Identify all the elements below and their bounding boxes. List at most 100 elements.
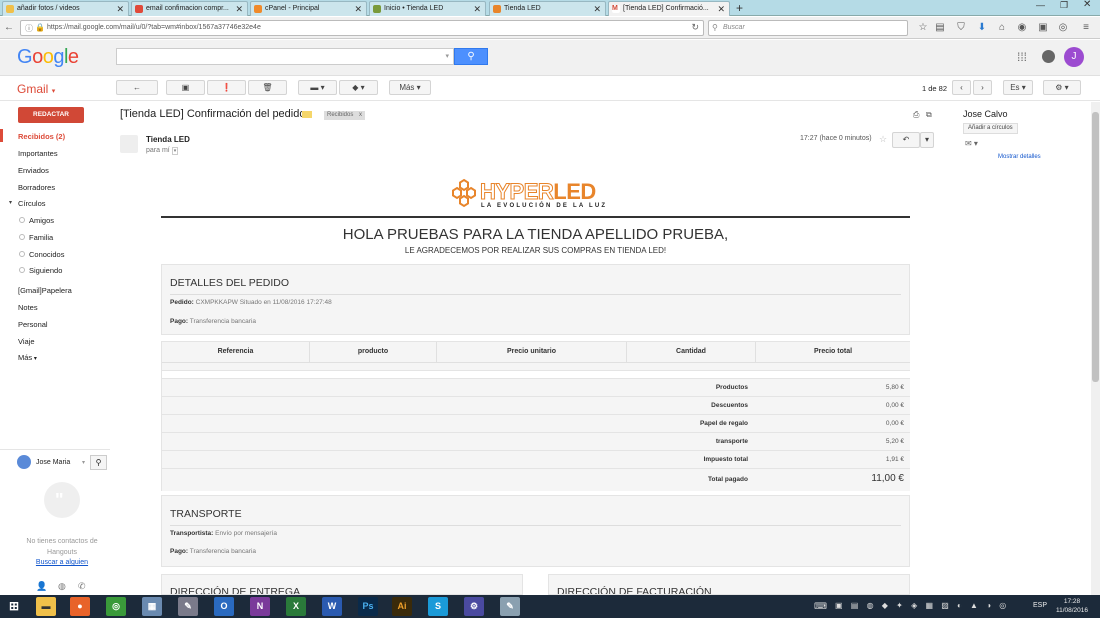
star-icon[interactable]: ☆: [879, 134, 887, 145]
word-icon[interactable]: W: [322, 597, 342, 616]
sidebar-item-conocidos[interactable]: Conocidos: [19, 250, 64, 259]
labels-button[interactable]: ◆ ▾: [339, 80, 378, 95]
reload-icon[interactable]: ↻: [691, 22, 699, 33]
delete-button[interactable]: 🗑: [248, 80, 287, 95]
close-icon[interactable]: ✕: [717, 4, 725, 15]
sidebar-item-siguiendo[interactable]: Siguiendo: [19, 266, 62, 275]
user-avatar[interactable]: [17, 455, 31, 469]
maximize-icon[interactable]: ❐: [1060, 0, 1068, 11]
keyboard-icon[interactable]: ⌨: [814, 601, 827, 612]
more-button[interactable]: Más ▾: [389, 80, 431, 95]
sidebar-item-borradores[interactable]: Borradores: [18, 183, 55, 192]
chevron-down-icon[interactable]: ▾: [171, 147, 179, 155]
photoshop-icon[interactable]: Ps: [358, 597, 378, 616]
settings-button[interactable]: ⚙ ▾: [1043, 80, 1081, 95]
chevron-down-icon[interactable]: ▾: [445, 52, 449, 60]
reply-button[interactable]: ↶: [892, 132, 920, 148]
gmail-search-button[interactable]: ⚲: [454, 48, 488, 65]
sidebar-item-amigos[interactable]: Amigos: [19, 216, 54, 225]
system-tray-icons[interactable]: ▣ ▤ ◍ ◆ ✦ ◈ ▦ ▨ ◐ ▲ ◑ ◎: [835, 601, 1009, 610]
print-icon[interactable]: ⎙: [913, 110, 919, 120]
sidebar-item-notes[interactable]: Notes: [18, 303, 38, 312]
chat-icon[interactable]: ◉: [1017, 22, 1027, 33]
hangouts-search-button[interactable]: ⚲: [90, 455, 107, 470]
sidebar-item-enviados[interactable]: Enviados: [18, 166, 49, 175]
hangouts-search-link[interactable]: Buscar a alguien: [14, 559, 110, 566]
sidebar-item-viaje[interactable]: Viaje: [18, 337, 35, 346]
older-button[interactable]: ›: [973, 80, 992, 95]
phone-icon[interactable]: ✆: [78, 581, 86, 592]
archive-button[interactable]: ▣: [166, 80, 205, 95]
close-icon[interactable]: x: [359, 112, 362, 118]
sidebar-item-familia[interactable]: Familia: [19, 233, 53, 242]
close-icon[interactable]: ✕: [354, 4, 362, 15]
menu-icon[interactable]: ≡: [1081, 22, 1091, 33]
add-to-circles-button[interactable]: Añadir a círculos: [963, 123, 1018, 134]
paint-icon[interactable]: ✎: [178, 597, 198, 616]
sidebar-item-circulos[interactable]: Círculos: [18, 199, 46, 208]
browser-search-input[interactable]: ⚲ Buscar: [708, 20, 908, 36]
windows-start-icon[interactable]: ⊞: [4, 597, 24, 616]
hangouts-icon[interactable]: ◍: [58, 581, 66, 592]
spam-button[interactable]: ❗: [207, 80, 246, 95]
tab-inicio-tienda[interactable]: Inicio • Tienda LED ✕: [369, 1, 486, 16]
bookmark-star-icon[interactable]: ☆: [918, 22, 928, 33]
settings-app-icon[interactable]: ⚙: [464, 597, 484, 616]
more-actions-button[interactable]: ▾: [920, 132, 934, 148]
outlook-icon[interactable]: O: [214, 597, 234, 616]
sidebar-item-personal[interactable]: Personal: [18, 320, 48, 329]
firefox-icon[interactable]: ●: [70, 597, 90, 616]
bookmarks-icon[interactable]: ▤: [935, 22, 945, 33]
close-window-icon[interactable]: ✕: [1083, 0, 1091, 10]
new-window-icon[interactable]: ⧉: [926, 110, 932, 120]
compose-button[interactable]: REDACTAR: [18, 107, 84, 123]
chrome-icon[interactable]: ◎: [106, 597, 126, 616]
addon-icon[interactable]: ◎: [1058, 22, 1068, 33]
notifications-icon[interactable]: [1042, 50, 1055, 63]
notes-app-icon[interactable]: ✎: [500, 597, 520, 616]
new-tab-icon[interactable]: +: [736, 1, 743, 15]
tab-fotos[interactable]: añadir fotos / videos ✕: [2, 1, 129, 16]
calculator-icon[interactable]: ▦: [142, 597, 162, 616]
download-icon[interactable]: ⬇: [977, 22, 987, 33]
close-icon[interactable]: ✕: [473, 4, 481, 15]
gmail-menu[interactable]: Gmail ▾: [17, 82, 55, 96]
avatar[interactable]: J: [1064, 47, 1084, 67]
chevron-down-icon[interactable]: ▾: [82, 459, 85, 466]
sidebar-item-importantes[interactable]: Importantes: [18, 149, 58, 158]
scrollbar-thumb[interactable]: [1092, 112, 1099, 382]
skype-icon[interactable]: S: [428, 597, 448, 616]
tab-gmail-active[interactable]: M [Tienda LED] Confirmació... ✕: [608, 1, 730, 16]
keyboard-language[interactable]: ESP: [1033, 602, 1047, 609]
home-icon[interactable]: ⌂: [997, 22, 1007, 33]
back-icon[interactable]: ←: [4, 22, 14, 33]
move-to-button[interactable]: ▬ ▾: [298, 80, 337, 95]
back-to-inbox-button[interactable]: ←: [116, 80, 158, 95]
collapse-icon[interactable]: ▾: [9, 199, 12, 206]
pocket-icon[interactable]: ⛉: [956, 22, 966, 33]
contact-name[interactable]: Jose Calvo: [963, 109, 1008, 119]
onenote-icon[interactable]: N: [250, 597, 270, 616]
google-logo[interactable]: Google: [17, 46, 79, 69]
gmail-search-input[interactable]: ▾: [116, 48, 454, 65]
file-explorer-icon[interactable]: ▬: [36, 597, 56, 616]
close-icon[interactable]: ✕: [116, 4, 124, 15]
hangouts-user-name[interactable]: Jose Maria: [36, 459, 70, 466]
excel-icon[interactable]: X: [286, 597, 306, 616]
close-icon[interactable]: ✕: [593, 4, 601, 15]
clock[interactable]: 17:28 11/08/2016: [1054, 597, 1090, 615]
recipient-line[interactable]: para mí ▾: [146, 147, 179, 155]
minimize-icon[interactable]: —: [1036, 0, 1045, 10]
tab-tienda-led[interactable]: Tienda LED ✕: [489, 1, 606, 16]
screenshot-icon[interactable]: ▣: [1038, 22, 1048, 33]
sender-name[interactable]: Tienda LED: [146, 135, 190, 144]
close-icon[interactable]: ✕: [235, 4, 243, 15]
tab-cpanel[interactable]: cPanel - Principal ✕: [250, 1, 367, 16]
person-icon[interactable]: 👤: [36, 581, 47, 592]
mail-icon[interactable]: ✉ ▾: [965, 139, 978, 148]
apps-grid-icon[interactable]: ⁞⁞⁞: [1017, 50, 1027, 64]
newer-button[interactable]: ‹: [952, 80, 971, 95]
url-bar[interactable]: ⓘ 🔒 https://mail.google.com/mail/u/0/?ta…: [20, 20, 704, 36]
sidebar-item-recibidos[interactable]: Recibidos (2): [18, 132, 65, 141]
tab-email-confirm[interactable]: email confimacion compr... ✕: [131, 1, 248, 16]
